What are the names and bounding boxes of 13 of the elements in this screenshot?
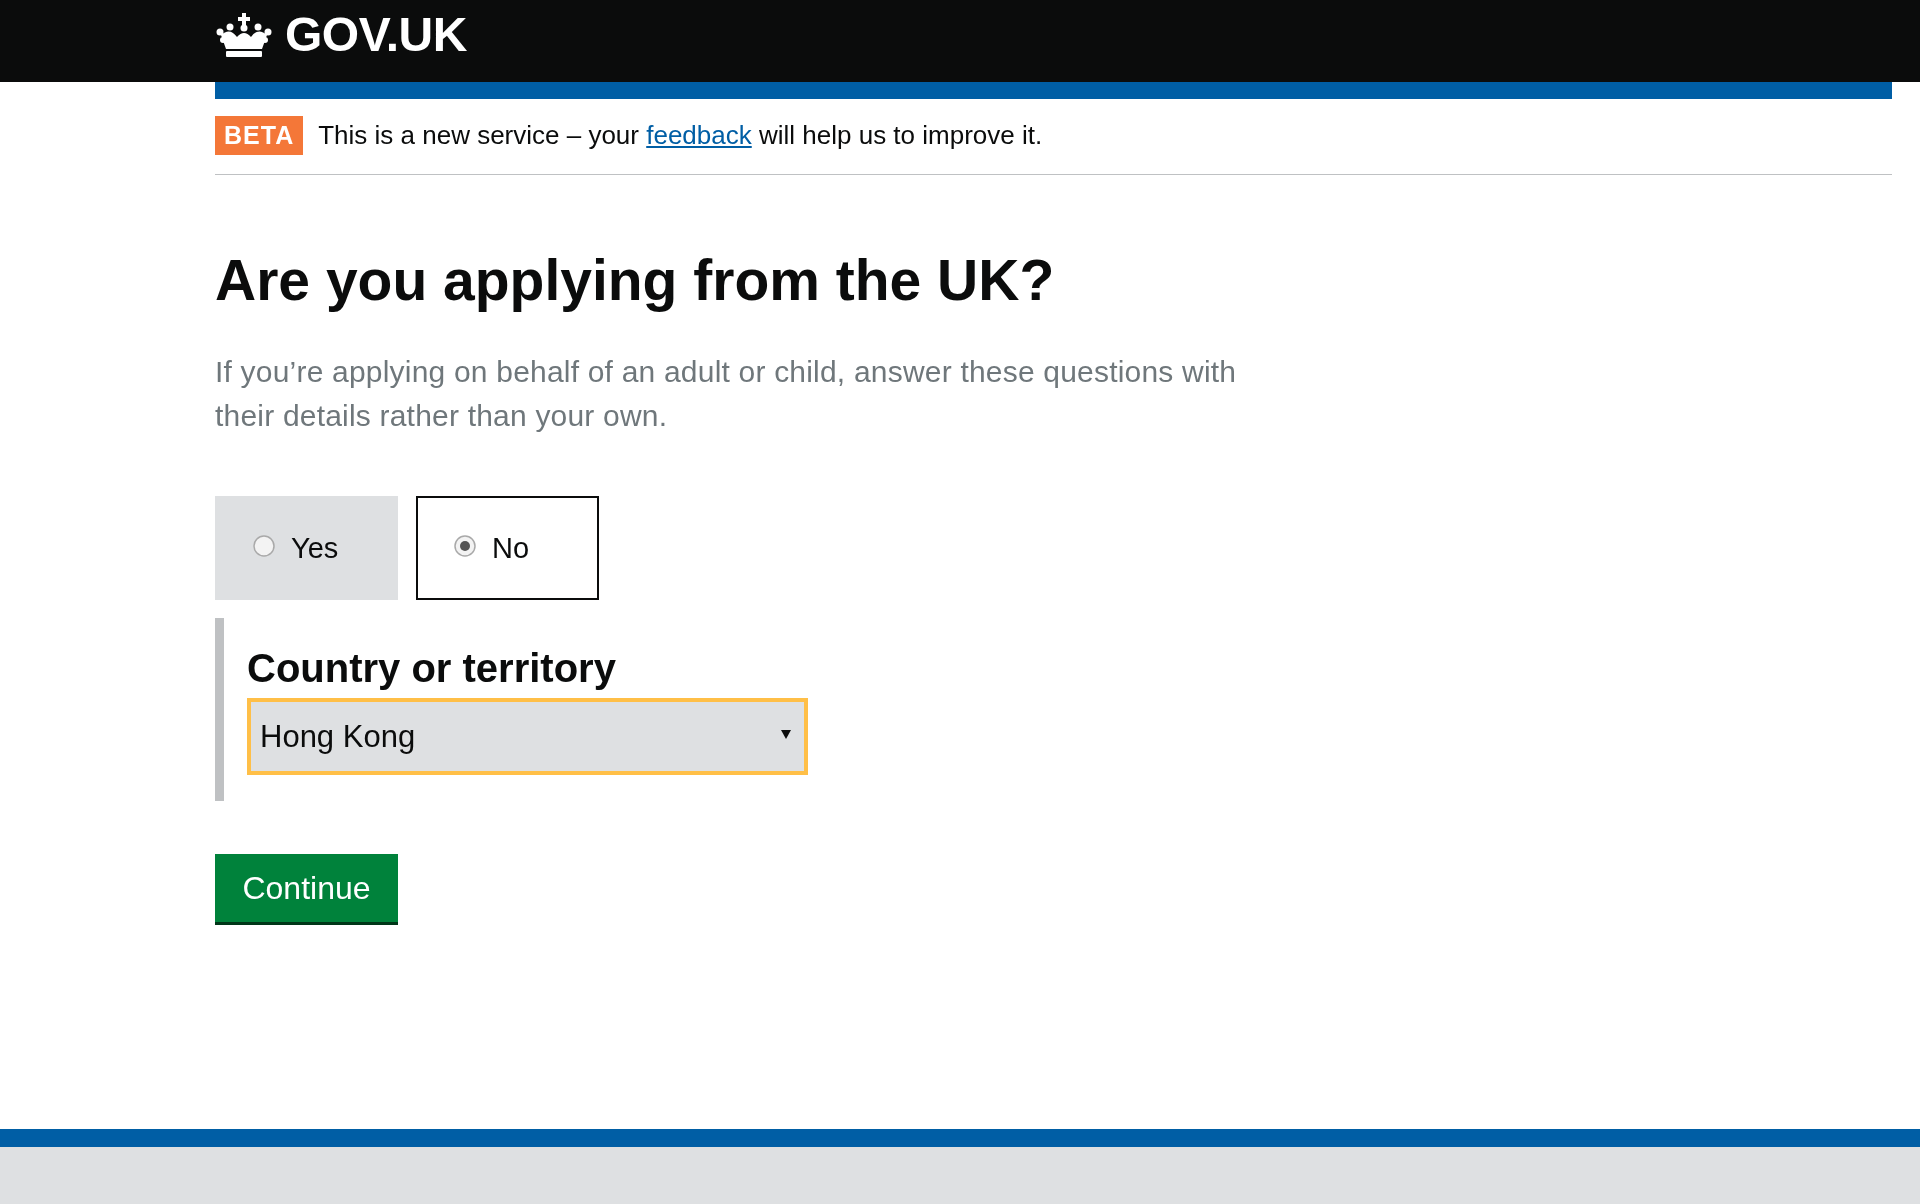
page-heading: Are you applying from the UK? xyxy=(215,247,1055,314)
crown-icon xyxy=(215,13,273,57)
country-label: Country or territory xyxy=(247,646,617,690)
caret-icon xyxy=(781,730,791,739)
home-link[interactable]: GOV.UK xyxy=(215,11,467,59)
continue-button[interactable]: Continue xyxy=(215,854,398,922)
radio-option[interactable]: No xyxy=(416,496,599,600)
feedback-link[interactable]: feedback xyxy=(646,119,752,150)
phase-banner-text: This is a new service – your feedback will help us to improve it. xyxy=(318,119,1043,152)
radio-option[interactable]: Yes xyxy=(215,496,398,600)
lead-paragraph: If you’re applying on behalf of an adult or child, answer these questions with their details rather than your own. xyxy=(215,354,1238,434)
beta-tag: BETA xyxy=(215,116,304,155)
country-select[interactable]: Hong Kong xyxy=(247,698,808,775)
